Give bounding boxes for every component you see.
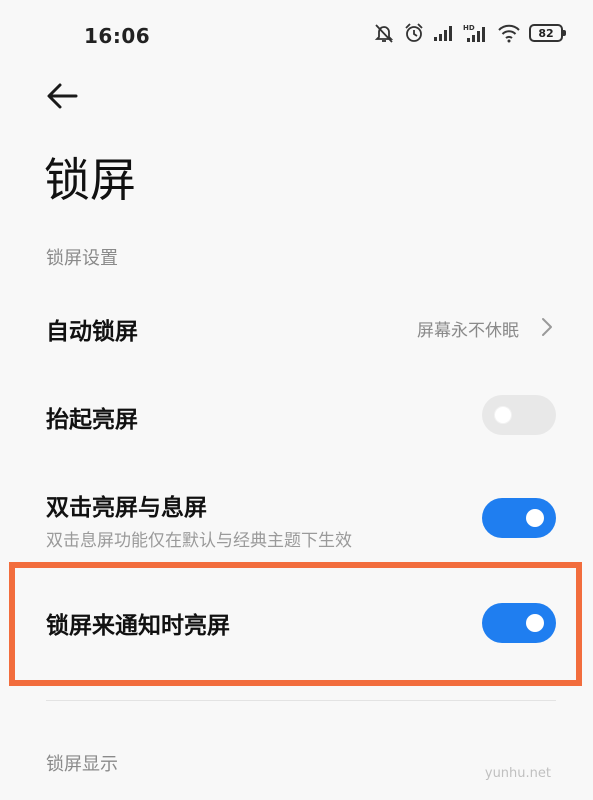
auto-lock-title: 自动锁屏	[46, 319, 138, 345]
raise-to-wake-toggle[interactable]	[482, 395, 556, 435]
wifi-icon	[497, 23, 521, 43]
chevron-right-icon	[539, 316, 555, 342]
notification-wake-title: 锁屏来通知时亮屏	[46, 613, 230, 639]
status-icons: HD 82	[373, 22, 566, 44]
notification-wake-row[interactable]: 锁屏来通知时亮屏	[0, 590, 593, 654]
double-tap-title: 双击亮屏与息屏	[46, 495, 207, 521]
status-time: 16:06	[84, 24, 151, 48]
watermark: yunhu.net	[484, 766, 551, 781]
auto-lock-value: 屏幕永不休眠	[417, 321, 519, 341]
double-tap-subtitle: 双击息屏功能仅在默认与经典主题下生效	[46, 531, 352, 551]
notification-wake-toggle[interactable]	[482, 603, 556, 643]
svg-text:HD: HD	[463, 24, 475, 32]
battery-icon: 82	[529, 24, 566, 42]
raise-to-wake-row[interactable]: 抬起亮屏	[0, 384, 593, 448]
section-header-lock-settings: 锁屏设置	[46, 248, 118, 269]
battery-level: 82	[538, 26, 554, 40]
signal-icon	[433, 24, 455, 42]
arrow-left-icon	[42, 83, 82, 120]
alarm-icon	[403, 22, 425, 44]
divider	[46, 700, 556, 701]
page-title: 锁屏	[44, 153, 136, 207]
status-bar: 16:06 HD 82	[0, 0, 593, 70]
section-header-lock-display: 锁屏显示	[46, 754, 118, 775]
raise-to-wake-title: 抬起亮屏	[46, 407, 138, 433]
back-button[interactable]	[42, 76, 90, 116]
toggle-knob	[526, 509, 544, 527]
hd-signal-icon: HD	[463, 23, 489, 43]
double-tap-toggle[interactable]	[482, 498, 556, 538]
double-tap-row[interactable]: 双击亮屏与息屏 双击息屏功能仅在默认与经典主题下生效	[0, 478, 593, 558]
toggle-knob	[526, 614, 544, 632]
auto-lock-row[interactable]: 自动锁屏 屏幕永不休眠	[0, 296, 593, 360]
mute-bell-icon	[373, 22, 395, 44]
toggle-knob	[494, 406, 512, 424]
